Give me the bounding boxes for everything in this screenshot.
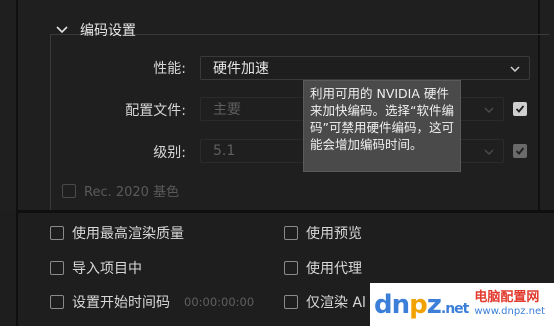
import-project-label: 导入项目中 [72,261,142,277]
start-timecode-label: 设置开始时间码 [72,295,170,311]
watermark-caption: 电脑配置网 www.dnpz.net [474,289,546,319]
performance-value: 硬件加速 [213,61,269,77]
tooltip: 利用可用的 NVIDIA 硬件来加快编码。选择“软件编码”可禁用硬件编码，这可能… [303,80,461,172]
profile-value: 主要 [213,102,241,118]
level-checkbox[interactable] [513,144,527,158]
chevron-down-icon [483,104,495,116]
chevron-down-icon [483,146,495,158]
start-timecode-option[interactable]: 设置开始时间码 00:00:00:00 [50,292,254,312]
level-label: 级别: [153,145,186,161]
chevron-down-icon [509,63,521,75]
section-title: 编码设置 [80,23,136,39]
rec2020-option[interactable]: Rec. 2020 基色 [62,181,179,200]
use-preview-label: 使用预览 [306,226,362,242]
profile-checkbox[interactable] [513,102,527,116]
rec2020-label: Rec. 2020 基色 [84,185,180,200]
render-alpha-only-option[interactable]: 仅渲染 Al [284,292,366,312]
import-project-checkbox[interactable] [50,261,64,275]
render-alpha-only-label: 仅渲染 Al [306,295,366,311]
performance-dropdown[interactable]: 硬件加速 [200,56,530,80]
max-render-quality-label: 使用最高渲染质量 [72,226,184,242]
level-value: 5.1 [213,143,236,159]
max-render-quality-option[interactable]: 使用最高渲染质量 [50,223,184,243]
watermark-cn: 电脑配置网 [474,289,540,305]
use-preview-option[interactable]: 使用预览 [284,223,362,243]
performance-label: 性能: [153,61,186,77]
rec2020-checkbox[interactable] [62,183,76,198]
start-timecode-checkbox[interactable] [50,295,64,309]
use-proxy-checkbox[interactable] [284,261,298,275]
use-proxy-option[interactable]: 使用代理 [284,258,362,278]
watermark-logo: dnpz.net 电脑配置网 www.dnpz.net [370,283,554,326]
max-render-quality-checkbox[interactable] [50,226,64,240]
chevron-down-icon[interactable] [54,22,70,38]
start-timecode-value[interactable]: 00:00:00:00 [184,295,254,309]
import-project-option[interactable]: 导入项目中 [50,258,142,278]
section-header-encoding[interactable]: 编码设置 [54,20,136,40]
use-preview-checkbox[interactable] [284,226,298,240]
watermark-url: www.dnpz.net [474,305,546,317]
render-alpha-only-checkbox[interactable] [284,295,298,309]
profile-label: 配置文件: [125,103,186,119]
watermark-logo-text: dnpz.net [374,289,469,320]
use-proxy-label: 使用代理 [306,261,362,277]
